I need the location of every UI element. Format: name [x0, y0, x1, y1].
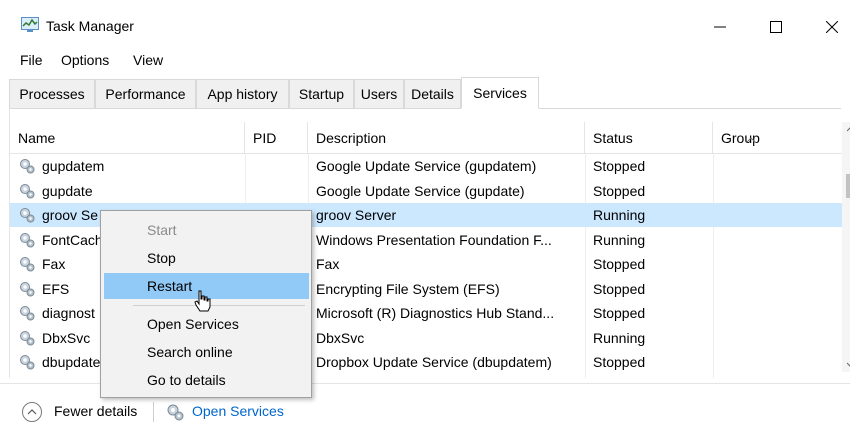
menu-item-start: Start [147, 222, 177, 238]
menu-file[interactable]: File [20, 52, 43, 68]
cell-description: Dropbox Update Service (dbupdatem) [316, 354, 552, 370]
gear-icon [19, 281, 35, 297]
gear-icon [19, 330, 35, 346]
cell-description: groov Server [316, 207, 397, 223]
cell-description: Fax [316, 256, 340, 272]
menu-item-stop[interactable]: Stop [104, 245, 309, 271]
cell-status: Stopped [593, 158, 646, 174]
window-title: Task Manager [46, 18, 134, 34]
cell-status: Stopped [593, 375, 708, 379]
minimize-button[interactable] [700, 12, 740, 42]
tab-users[interactable]: Users [354, 79, 404, 108]
tab-services[interactable]: Services [461, 77, 539, 109]
column-status[interactable]: Status [585, 122, 713, 154]
gear-icon [19, 256, 35, 272]
chevron-up-circle-icon[interactable] [22, 402, 42, 422]
cell-status: Stopped [593, 280, 646, 297]
menu-view[interactable]: View [133, 52, 163, 68]
cell-group [721, 179, 836, 203]
cell-name: gupdatem [42, 158, 105, 174]
cell-status: Stopped [593, 256, 646, 272]
tab-performance[interactable]: Performance [95, 79, 196, 108]
tab-app-history[interactable]: App history [196, 79, 289, 108]
tab-details[interactable]: Details [404, 79, 461, 108]
gear-icon [19, 158, 35, 174]
task-manager-icon [21, 17, 39, 33]
cell-status: Stopped [593, 182, 646, 199]
cell-group [721, 375, 836, 379]
column-description[interactable]: Description [308, 122, 585, 154]
cell-group [721, 326, 836, 350]
cell-description: Google Update Service (gupdatem) [316, 158, 537, 174]
cell-description: Encrypting File System (EFS) [316, 280, 500, 297]
menu-item-search-online[interactable]: Search online [104, 339, 309, 365]
cell-group [721, 301, 836, 325]
cell-group [721, 350, 836, 374]
tab-startup[interactable]: Startup [289, 79, 354, 108]
fewer-details-link[interactable]: Fewer details [54, 403, 137, 419]
menu-separator [133, 305, 305, 306]
cell-status: Stopped [593, 305, 646, 321]
cell-group [721, 252, 836, 276]
menu-options[interactable]: Options [61, 52, 109, 68]
cell-group [721, 154, 836, 178]
cell-description: Windows Presentation Foundation F... [316, 231, 552, 248]
cell-status: Running [593, 329, 646, 346]
cell-group [721, 228, 836, 252]
menu-item-open-services[interactable]: Open Services [104, 311, 309, 337]
gear-icon [19, 183, 35, 199]
gear-icon [19, 305, 35, 321]
menu-bar: File Options View [0, 48, 850, 74]
cell-status: Running [593, 231, 646, 248]
column-group[interactable]: Group [713, 122, 842, 154]
cell-status: Stopped [593, 354, 646, 370]
hand-pointer-icon [194, 290, 212, 314]
title-bar: Task Manager [0, 0, 850, 48]
cell-description: DbxSvc [316, 329, 365, 346]
scroll-thumb[interactable] [846, 174, 850, 198]
cell-pid [253, 154, 303, 178]
open-services-link[interactable]: Open Services [192, 403, 284, 419]
cell-group [721, 277, 836, 301]
footer-divider [153, 402, 154, 422]
column-name[interactable]: Name [10, 122, 245, 154]
vertical-scrollbar[interactable] [842, 122, 850, 372]
tab-bar: Processes Performance App history Startu… [9, 77, 841, 109]
cell-description: Google Update Service (gupdate) [316, 182, 525, 199]
cell-name: gupdate [42, 182, 93, 199]
maximize-button[interactable] [756, 12, 796, 42]
gear-icon [19, 354, 35, 370]
tab-processes[interactable]: Processes [9, 79, 95, 108]
cell-group [721, 203, 836, 227]
cell-description: Microsoft (R) Diagnostics Hub Stand... [316, 305, 555, 321]
sort-up-icon [745, 130, 757, 146]
gear-icon [19, 207, 35, 223]
gear-icon [19, 232, 35, 248]
table-row[interactable]: gupdatem Google Update Service (gupdatem)… [10, 154, 842, 178]
cell-description: Dropbox Update Service (dbupdate) [316, 375, 580, 379]
column-pid[interactable]: PID [245, 122, 308, 154]
table-header: Name PID Description Status Group [10, 122, 842, 154]
cell-status: Running [593, 207, 646, 223]
close-button[interactable] [812, 12, 850, 42]
menu-item-go-to-details[interactable]: Go to details [104, 367, 309, 393]
cell-pid [253, 179, 303, 203]
services-gear-icon [166, 403, 184, 421]
table-row[interactable]: gupdate Google Update Service (gupdate) St… [10, 179, 842, 203]
